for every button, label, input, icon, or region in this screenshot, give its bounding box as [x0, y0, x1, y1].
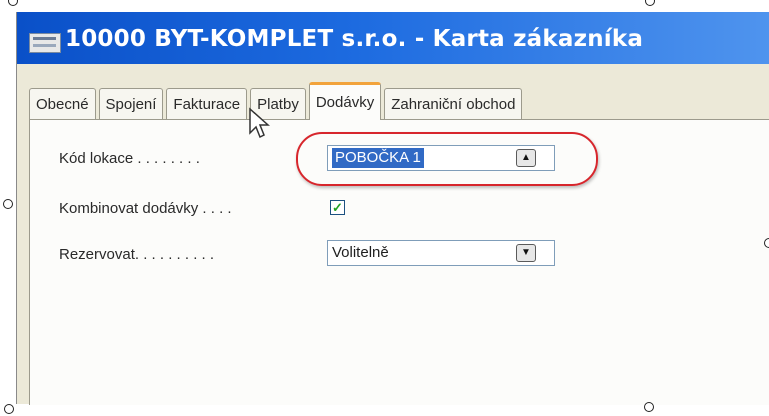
reserve-label: Rezervovat. . . . . . . . . .: [59, 246, 215, 263]
reserve-dropdown[interactable]: Volitelně ▼: [327, 240, 555, 266]
tab-zahranicni-obchod[interactable]: Zahraniční obchod: [384, 88, 523, 120]
tab-obecne[interactable]: Obecné: [29, 88, 96, 120]
combine-deliveries-checkbox[interactable]: ✓: [330, 200, 345, 215]
tab-fakturace[interactable]: Fakturace: [166, 88, 248, 120]
tab-dodavky[interactable]: Dodávky: [308, 82, 382, 120]
card-icon: [29, 33, 61, 53]
resize-handle[interactable]: [3, 199, 13, 209]
resize-handle[interactable]: [645, 0, 655, 6]
location-code-label: Kód lokace . . . . . . . .: [59, 150, 200, 167]
window-title: 10000 BYT-KOMPLET s.r.o. - Karta zákazní…: [65, 26, 644, 52]
tab-bar: Obecné Spojení Fakturace Platby Dodávky …: [29, 82, 525, 120]
dropdown-arrow-icon[interactable]: ▼: [516, 244, 536, 262]
reserve-value: Volitelně: [332, 244, 389, 261]
mouse-cursor-icon: [249, 107, 270, 139]
combine-deliveries-label: Kombinovat dodávky . . . .: [59, 200, 232, 217]
resize-handle[interactable]: [8, 0, 18, 6]
resize-handle[interactable]: [4, 404, 14, 414]
title-bar[interactable]: 10000 BYT-KOMPLET s.r.o. - Karta zákazní…: [17, 12, 769, 64]
resize-handle[interactable]: [764, 238, 769, 248]
resize-handle[interactable]: [644, 402, 654, 412]
highlight-ellipse: [296, 132, 598, 186]
tab-spojeni[interactable]: Spojení: [98, 88, 164, 120]
